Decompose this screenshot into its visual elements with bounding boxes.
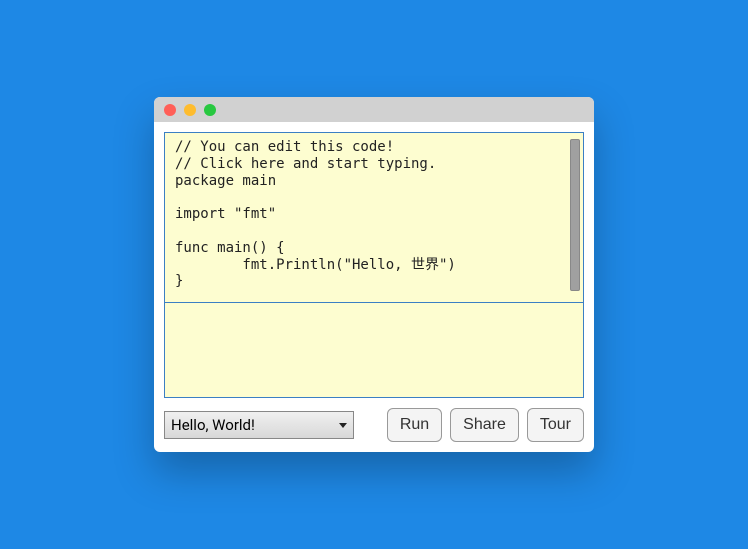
chevron-down-icon — [339, 423, 347, 428]
share-button[interactable]: Share — [450, 408, 519, 442]
selector-value: Hello, World! — [171, 416, 255, 434]
tour-button[interactable]: Tour — [527, 408, 584, 442]
run-label: Run — [400, 416, 429, 433]
app-window: // You can edit this code! // Click here… — [154, 97, 594, 452]
share-label: Share — [463, 416, 506, 433]
run-button[interactable]: Run — [387, 408, 442, 442]
tour-label: Tour — [540, 416, 571, 433]
code-text: // You can edit this code! // Click here… — [175, 139, 456, 289]
button-group: Run Share Tour — [387, 408, 584, 442]
bottom-bar: Hello, World! Run Share Tour — [164, 408, 584, 442]
content-area: // You can edit this code! // Click here… — [154, 122, 594, 452]
close-icon[interactable] — [164, 104, 176, 116]
editor-area: // You can edit this code! // Click here… — [164, 132, 584, 398]
example-selector[interactable]: Hello, World! — [164, 411, 354, 439]
code-editor[interactable]: // You can edit this code! // Click here… — [165, 133, 583, 303]
zoom-icon[interactable] — [204, 104, 216, 116]
scrollbar-thumb[interactable] — [570, 139, 580, 291]
output-pane — [165, 303, 583, 397]
minimize-icon[interactable] — [184, 104, 196, 116]
titlebar — [154, 97, 594, 122]
